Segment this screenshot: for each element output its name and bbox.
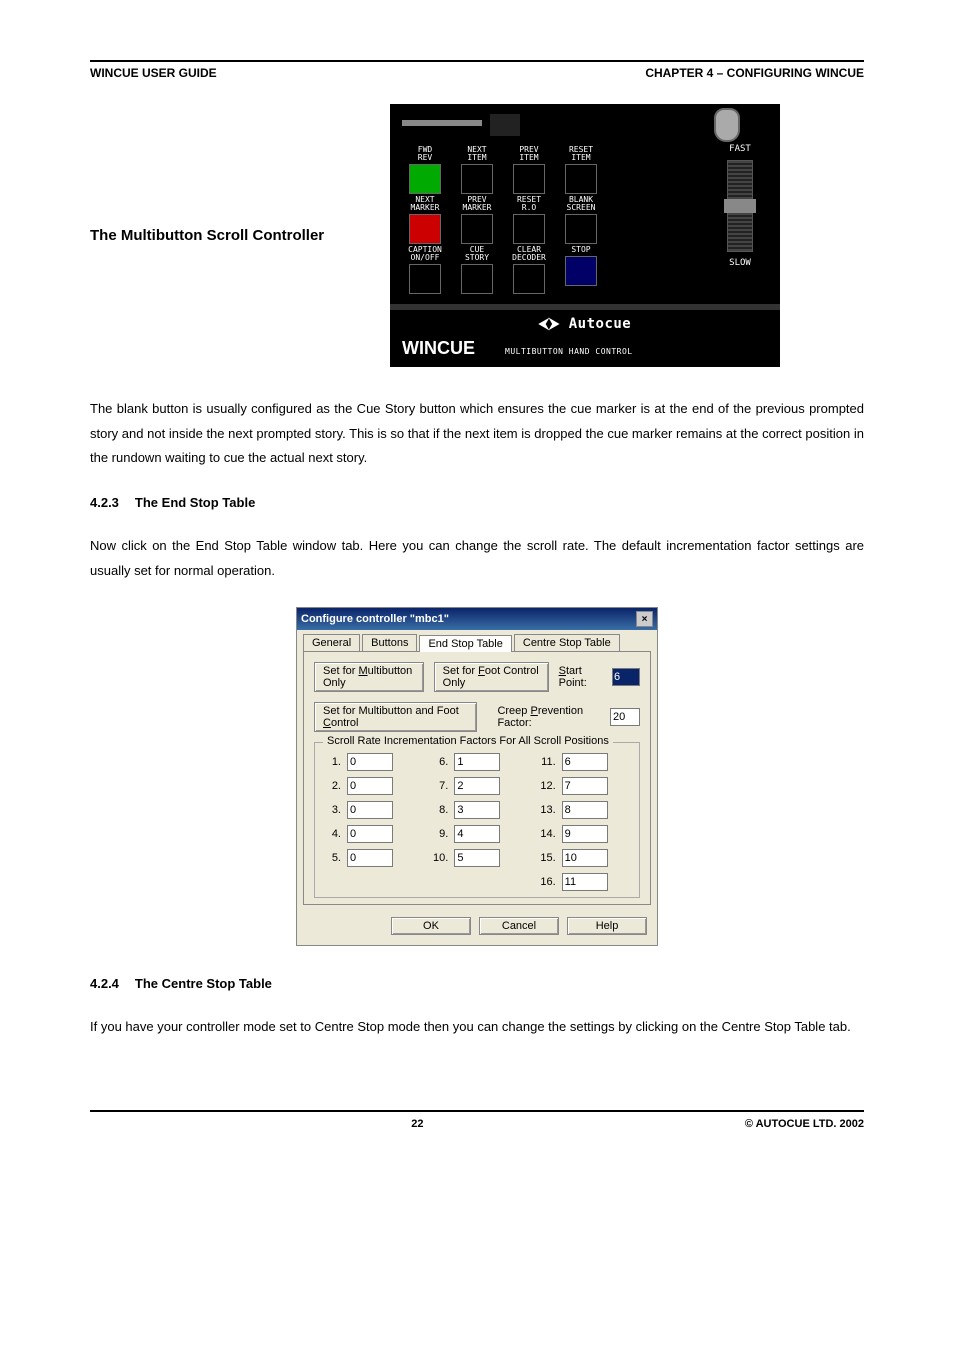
btn-reset-ro[interactable]: RESETR.O bbox=[506, 196, 552, 244]
btn-set-multibutton[interactable]: Set for Multibutton Only bbox=[314, 662, 424, 692]
copyright: © AUTOCUE LTD. 2002 bbox=[745, 1118, 864, 1130]
btn-prev-item[interactable]: PREVITEM bbox=[506, 146, 552, 194]
section-424: 4.2.4The Centre Stop Table bbox=[90, 976, 864, 991]
pos-16[interactable] bbox=[562, 873, 608, 891]
btn-fwd-rev[interactable]: FWDREV bbox=[402, 146, 448, 194]
btn-blank-screen[interactable]: BLANKSCREEN bbox=[558, 196, 604, 244]
pos-14[interactable] bbox=[562, 825, 608, 843]
pos-11[interactable] bbox=[562, 753, 608, 771]
start-point-input[interactable] bbox=[612, 668, 640, 686]
btn-prev-marker[interactable]: PREVMARKER bbox=[454, 196, 500, 244]
ok-button[interactable]: OK bbox=[391, 917, 471, 935]
configure-dialog: Configure controller "mbc1" × General Bu… bbox=[296, 607, 658, 946]
pos-12[interactable] bbox=[562, 777, 608, 795]
pos-4[interactable] bbox=[347, 825, 393, 843]
btn-caption[interactable]: CAPTIONON/OFF bbox=[402, 246, 448, 294]
tab-centre-stop[interactable]: Centre Stop Table bbox=[514, 634, 620, 651]
mouse-icon bbox=[714, 108, 740, 142]
btn-next-marker[interactable]: NEXTMARKER bbox=[402, 196, 448, 244]
pos-2[interactable] bbox=[347, 777, 393, 795]
pos-6[interactable] bbox=[454, 753, 500, 771]
creep-label: Creep Prevention Factor: bbox=[497, 705, 600, 729]
btn-stop[interactable]: STOP bbox=[558, 246, 604, 294]
dialog-title: Configure controller "mbc1" bbox=[301, 613, 449, 625]
pos-10[interactable] bbox=[454, 849, 500, 867]
pos-7[interactable] bbox=[454, 777, 500, 795]
pos-9[interactable] bbox=[454, 825, 500, 843]
tab-buttons[interactable]: Buttons bbox=[362, 634, 417, 651]
help-button[interactable]: Help bbox=[567, 917, 647, 935]
figure-multibutton: The Multibutton Scroll Controller FWDREV… bbox=[90, 104, 864, 367]
btn-next-item[interactable]: NEXTITEM bbox=[454, 146, 500, 194]
btn-reset-item[interactable]: RESETITEM bbox=[558, 146, 604, 194]
controller-panel: FWDREV NEXTITEM PREVITEM RESETITEM NEXTM… bbox=[390, 104, 780, 367]
page-number: 22 bbox=[90, 1118, 745, 1130]
btn-set-multi-foot[interactable]: Set for Multibutton and Foot Control bbox=[314, 702, 477, 732]
btn-clear-decoder[interactable]: CLEARDECODER bbox=[506, 246, 552, 294]
cancel-button[interactable]: Cancel bbox=[479, 917, 559, 935]
pos-5[interactable] bbox=[347, 849, 393, 867]
btn-set-foot[interactable]: Set for Foot Control Only bbox=[434, 662, 549, 692]
tab-end-stop[interactable]: End Stop Table bbox=[419, 635, 511, 652]
paragraph-3: If you have your controller mode set to … bbox=[90, 1015, 864, 1040]
close-icon[interactable]: × bbox=[636, 611, 653, 627]
figure-caption: The Multibutton Scroll Controller bbox=[90, 227, 370, 244]
dialog-tabs: General Buttons End Stop Table Centre St… bbox=[297, 630, 657, 651]
pos-3[interactable] bbox=[347, 801, 393, 819]
creep-input[interactable] bbox=[610, 708, 640, 726]
tab-general[interactable]: General bbox=[303, 634, 360, 651]
speed-slider[interactable]: FAST SLOW bbox=[710, 144, 770, 268]
paragraph-1: The blank button is usually configured a… bbox=[90, 397, 864, 471]
scroll-positions-group: Scroll Rate Incrementation Factors For A… bbox=[314, 742, 640, 898]
header-right: CHAPTER 4 – CONFIGURING WINCUE bbox=[645, 66, 864, 80]
pos-15[interactable] bbox=[562, 849, 608, 867]
pos-8[interactable] bbox=[454, 801, 500, 819]
start-point-label: Start Point: bbox=[559, 665, 602, 689]
pos-13[interactable] bbox=[562, 801, 608, 819]
pos-1[interactable] bbox=[347, 753, 393, 771]
brand-wincue: WINCUE bbox=[402, 338, 475, 359]
header-left: WINCUE USER GUIDE bbox=[90, 66, 217, 80]
btn-cue-story[interactable]: CUESTORY bbox=[454, 246, 500, 294]
paragraph-2: Now click on the End Stop Table window t… bbox=[90, 534, 864, 583]
brand-autocue: ⮜⮞ Autocue bbox=[539, 316, 632, 332]
brand-sub: MULTIBUTTON HAND CONTROL bbox=[505, 347, 633, 356]
section-423: 4.2.3The End Stop Table bbox=[90, 495, 864, 510]
